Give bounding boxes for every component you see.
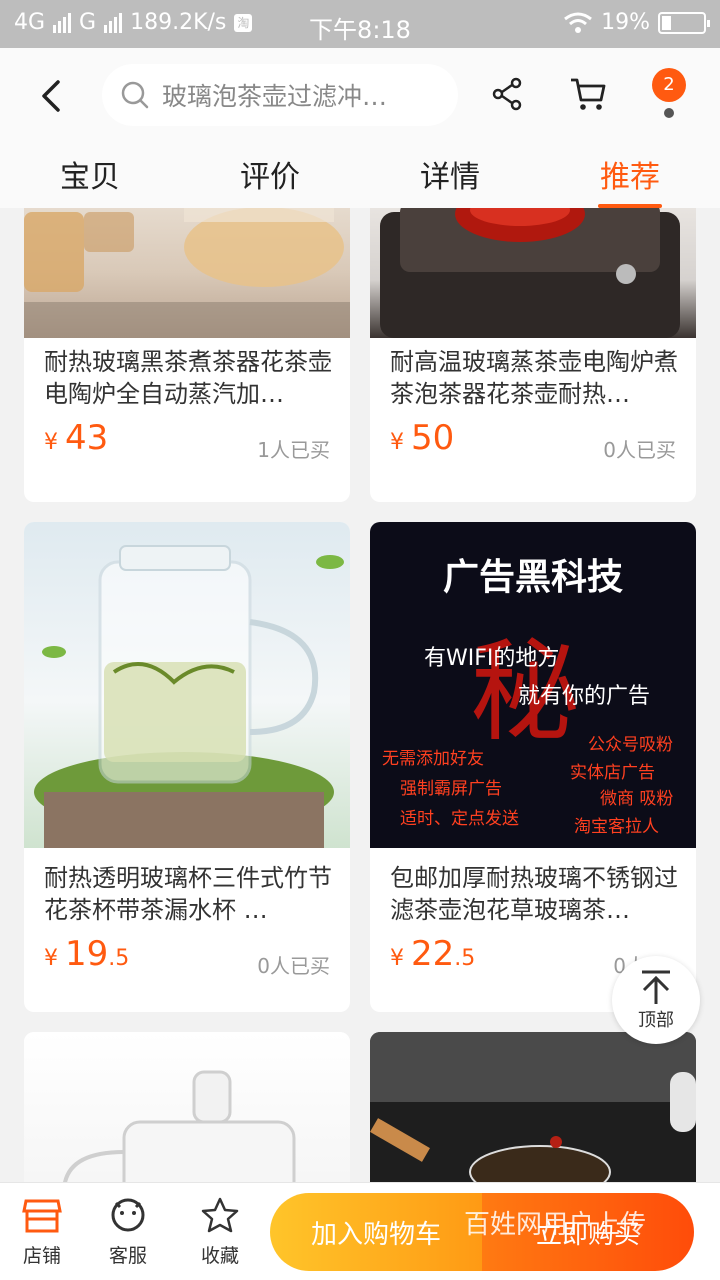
recommend-grid: 耐热玻璃黑茶煮茶器花茶壶电陶炉全自动蒸汽加… ¥ 43 1人已买 耐高温玻璃蒸茶…	[0, 208, 720, 1182]
shop-icon	[22, 1199, 62, 1233]
product-price: ¥ 50	[390, 418, 455, 458]
battery-icon	[658, 11, 710, 34]
product-title: 耐热玻璃黑茶煮茶器花茶壶电陶炉全自动蒸汽加…	[44, 348, 332, 408]
back-icon[interactable]	[34, 78, 70, 114]
add-to-cart-button[interactable]: 加入购物车	[270, 1193, 482, 1271]
ad-right2: 实体店广告	[570, 763, 655, 783]
product-image: 秘 广告黑科技 有WIFI的地方 就有你的广告 无需添加好友 强制霸屏广告 适时…	[370, 522, 696, 848]
watermark-text: 百姓网用户上传	[464, 1210, 647, 1240]
product-card[interactable]: 耐热透明玻璃杯三件式竹节花茶杯带茶漏水杯 … ¥ 19.5 0人已买	[24, 522, 350, 1012]
product-card[interactable]: 耐高温玻璃蒸茶壶电陶炉煮茶泡茶器花茶壶耐热… ¥ 50 0人已买	[370, 208, 696, 502]
tab-bar: 宝贝 评价 详情 推荐	[0, 146, 720, 208]
sold-count: 0人已买	[257, 954, 330, 978]
search-input[interactable]: 玻璃泡茶壶过滤冲…	[102, 64, 458, 126]
favorite-button[interactable]: 收藏	[190, 1197, 250, 1268]
product-card[interactable]	[370, 1032, 696, 1182]
search-icon	[121, 81, 149, 109]
product-price: ¥ 22.5	[390, 934, 476, 974]
product-card[interactable]	[24, 1032, 350, 1182]
product-card[interactable]: 秘 广告黑科技 有WIFI的地方 就有你的广告 无需添加好友 强制霸屏广告 适时…	[370, 522, 696, 1012]
product-image	[370, 208, 696, 338]
arrow-up-icon	[642, 970, 670, 1004]
product-header: 玻璃泡茶壶过滤冲… 2 宝贝 评价 详情 推荐	[0, 48, 720, 208]
tab-recommend[interactable]: 推荐	[580, 152, 680, 208]
back-to-top-label: 顶部	[638, 1010, 674, 1031]
battery-label: 19%	[601, 10, 650, 35]
status-bar: 4G G 189.2K/s 淘 下午8:18 19%	[0, 0, 720, 48]
product-image	[24, 522, 350, 848]
tab-details[interactable]: 详情	[400, 152, 500, 196]
product-card[interactable]: 耐热玻璃黑茶煮茶器花茶壶电陶炉全自动蒸汽加… ¥ 43 1人已买	[24, 208, 350, 502]
search-placeholder: 玻璃泡茶壶过滤冲…	[162, 82, 388, 111]
star-icon	[201, 1197, 239, 1233]
ad-right3: 微商 吸粉	[600, 789, 674, 809]
cart-icon[interactable]	[568, 74, 608, 114]
ad-title: 广告黑科技	[442, 557, 623, 598]
message-badge: 2	[652, 68, 686, 102]
product-price: ¥ 19.5	[44, 934, 130, 974]
tab-baobei[interactable]: 宝贝	[40, 152, 140, 196]
product-title: 包邮加厚耐热玻璃不锈钢过滤茶壶泡花草玻璃茶…	[390, 864, 678, 924]
ad-left2: 强制霸屏广告	[400, 779, 502, 799]
more-dot-icon	[664, 108, 674, 118]
product-title: 耐热透明玻璃杯三件式竹节花茶杯带茶漏水杯 …	[44, 864, 332, 924]
ad-right4: 淘宝客拉人	[574, 817, 659, 837]
message-button[interactable]: 2	[648, 68, 692, 120]
service-button[interactable]: 客服	[98, 1197, 158, 1268]
product-image	[370, 1032, 696, 1182]
ad-line1: 有WIFI的地方	[424, 646, 560, 671]
sold-count: 1人已买	[257, 438, 330, 462]
shop-button[interactable]: 店铺	[12, 1197, 72, 1268]
share-icon[interactable]	[490, 76, 526, 112]
service-icon	[111, 1198, 145, 1232]
product-title: 耐高温玻璃蒸茶壶电陶炉煮茶泡茶器花茶壶耐热…	[390, 348, 678, 408]
wifi-icon	[564, 12, 593, 33]
product-image	[24, 208, 350, 338]
ad-left3: 适时、定点发送	[400, 809, 519, 829]
product-price: ¥ 43	[44, 418, 109, 458]
ad-line2: 就有你的广告	[518, 684, 651, 709]
product-image	[24, 1032, 350, 1182]
ad-left1: 无需添加好友	[382, 749, 484, 769]
ad-right1: 公众号吸粉	[588, 735, 673, 755]
sold-count: 0人已买	[603, 438, 676, 462]
tab-reviews[interactable]: 评价	[220, 152, 320, 196]
back-to-top-button[interactable]: 顶部	[612, 956, 700, 1044]
